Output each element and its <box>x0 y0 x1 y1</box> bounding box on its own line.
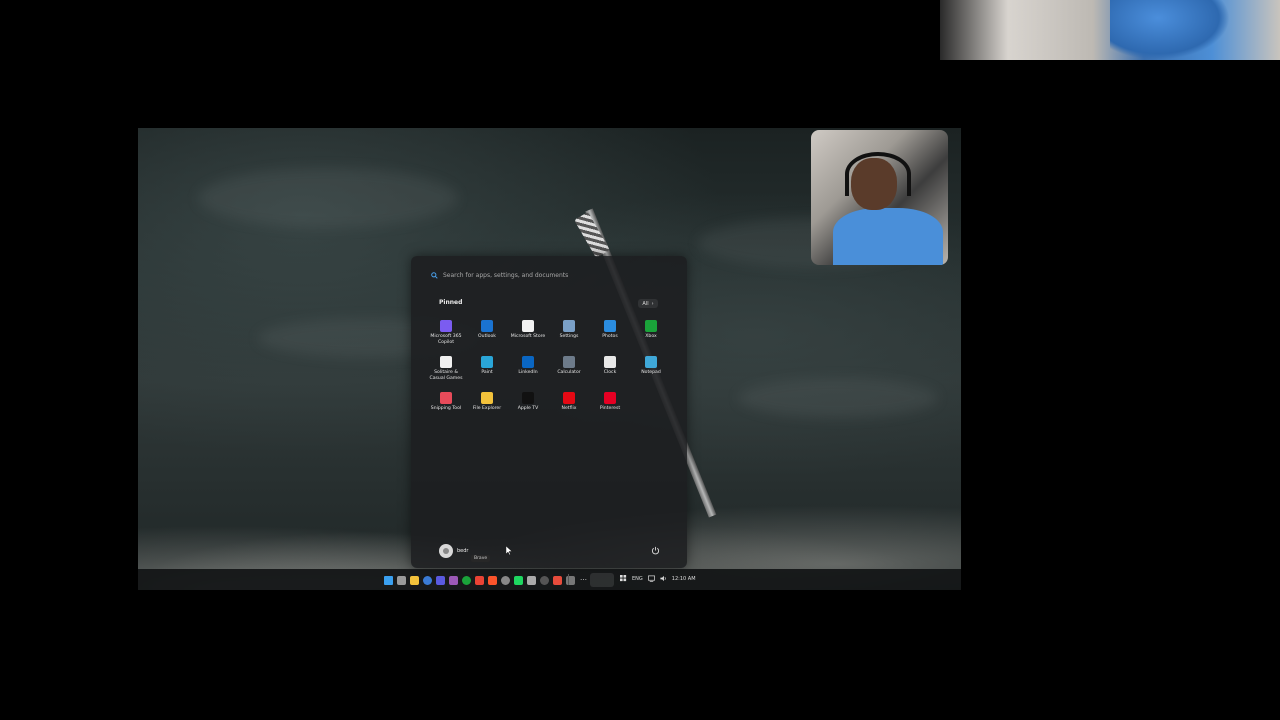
tooltip: Brave <box>471 555 491 562</box>
store-icon <box>522 320 534 332</box>
webcam-inset <box>811 130 948 265</box>
pinned-app-label: Microsoft Store <box>510 334 546 339</box>
headset-icon <box>845 152 911 196</box>
pinned-app-paint[interactable]: Paint <box>467 356 507 386</box>
folder-icon <box>481 392 493 404</box>
taskbar-overflow-button[interactable]: … <box>580 574 587 582</box>
clock-time[interactable]: 12:10 AM <box>672 576 696 582</box>
taskbar-app-icon[interactable] <box>501 575 510 585</box>
pinned-app-label: Pinterest <box>599 406 621 411</box>
pinned-app-label: Apple TV <box>517 406 539 411</box>
wallpaper-cloud <box>198 168 458 228</box>
taskbar-app-icon[interactable] <box>514 575 523 585</box>
copilot-icon <box>440 320 452 332</box>
pinned-app-outlook[interactable]: Outlook <box>467 320 507 350</box>
pinned-app-netflix[interactable]: Netflix <box>549 392 589 422</box>
pinned-app-label: Calculator <box>557 370 581 375</box>
webcam-person <box>1110 0 1230 60</box>
pinned-app-label: Outlook <box>478 334 496 339</box>
mouse-cursor-icon <box>506 546 512 555</box>
taskbar-app-icon[interactable] <box>449 575 458 585</box>
pinned-app-label: Snipping Tool <box>430 406 462 411</box>
taskbar-app-icon[interactable] <box>475 575 484 585</box>
taskbar-app-icon[interactable] <box>488 575 497 585</box>
taskbar-app-icon[interactable] <box>540 575 549 585</box>
pinned-app-linkedin[interactable]: LinkedIn <box>508 356 548 386</box>
pinned-app-label: Paint <box>481 370 493 375</box>
pinned-app-notepad[interactable]: Notepad <box>631 356 671 386</box>
taskbar-app-icon[interactable] <box>423 575 432 585</box>
clock-icon <box>604 356 616 368</box>
paint-icon <box>481 356 493 368</box>
solitaire-icon <box>440 356 452 368</box>
pinterest-icon <box>604 392 616 404</box>
pinned-app-label: Settings <box>559 334 579 339</box>
webcam-shirt <box>833 208 943 265</box>
pinned-app-clock[interactable]: Clock <box>590 356 630 386</box>
pinned-app-label: Notepad <box>641 370 661 375</box>
all-apps-button[interactable]: All › <box>638 299 658 308</box>
user-account[interactable]: bedr <box>439 543 468 559</box>
pinned-app-label: LinkedIn <box>518 370 538 375</box>
windows-start-icon[interactable] <box>384 575 393 585</box>
system-tray: ENG 12:10 AM <box>620 575 696 582</box>
pinned-app-pinterest[interactable]: Pinterest <box>590 392 630 422</box>
photos-icon <box>604 320 616 332</box>
taskbar-app-icon[interactable] <box>397 575 406 585</box>
taskbar-app-icon[interactable] <box>527 575 536 585</box>
pinned-app-appletv[interactable]: Apple TV <box>508 392 548 422</box>
calculator-icon <box>563 356 575 368</box>
webcam-overlay-top <box>940 0 1280 60</box>
language-indicator[interactable]: ENG <box>632 576 643 582</box>
volume-icon[interactable] <box>660 575 667 582</box>
pinned-app-label: Netflix <box>561 406 577 411</box>
pinned-app-label: Xbox <box>645 334 657 339</box>
xbox-icon <box>645 320 657 332</box>
gear-icon <box>563 320 575 332</box>
all-apps-label: All <box>642 300 649 307</box>
user-name: bedr <box>457 548 469 554</box>
pinned-app-label: Clock <box>603 370 617 375</box>
pinned-app-snipping[interactable]: Snipping Tool <box>426 392 466 422</box>
notepad-icon <box>645 356 657 368</box>
pinned-app-m365[interactable]: Microsoft 365 Copilot <box>426 320 466 350</box>
pinned-app-label: File Explorer <box>472 406 502 411</box>
pinned-app-photos[interactable]: Photos <box>590 320 630 350</box>
taskbar-app-icon[interactable] <box>436 575 445 585</box>
network-icon[interactable] <box>647 575 655 582</box>
netflix-icon <box>563 392 575 404</box>
appletv-icon <box>522 392 534 404</box>
taskbar-app-icon[interactable] <box>410 575 419 585</box>
start-search[interactable] <box>431 268 669 282</box>
pinned-app-solitaire[interactable]: Solitaire & Casual Games <box>426 356 466 386</box>
grid-icon[interactable] <box>620 575 627 582</box>
pinned-app-settings[interactable]: Settings <box>549 320 589 350</box>
pinned-app-xbox[interactable]: Xbox <box>631 320 671 350</box>
pinned-app-explorer[interactable]: File Explorer <box>467 392 507 422</box>
chevron-right-icon: › <box>651 300 654 307</box>
pinned-app-label: Microsoft 365 Copilot <box>430 334 462 345</box>
taskbar-separator <box>568 574 569 585</box>
snipping-icon <box>440 392 452 404</box>
pinned-heading: Pinned <box>439 299 463 306</box>
pinned-app-label: Solitaire & Casual Games <box>429 370 463 381</box>
search-icon <box>431 271 438 279</box>
avatar <box>439 544 453 558</box>
outlook-icon <box>481 320 493 332</box>
taskbar-app-icon[interactable] <box>462 575 471 585</box>
power-icon[interactable] <box>651 546 660 555</box>
pinned-app-label: Photos <box>602 334 618 339</box>
search-input[interactable] <box>443 271 643 279</box>
taskbar-apps <box>384 574 575 586</box>
pinned-app-calculator[interactable]: Calculator <box>549 356 589 386</box>
taskbar-active-slot[interactable] <box>590 573 614 587</box>
taskbar-app-icon[interactable] <box>553 575 562 585</box>
linkedin-icon <box>522 356 534 368</box>
pinned-app-store[interactable]: Microsoft Store <box>508 320 548 350</box>
wallpaper-cloud <box>738 378 938 418</box>
